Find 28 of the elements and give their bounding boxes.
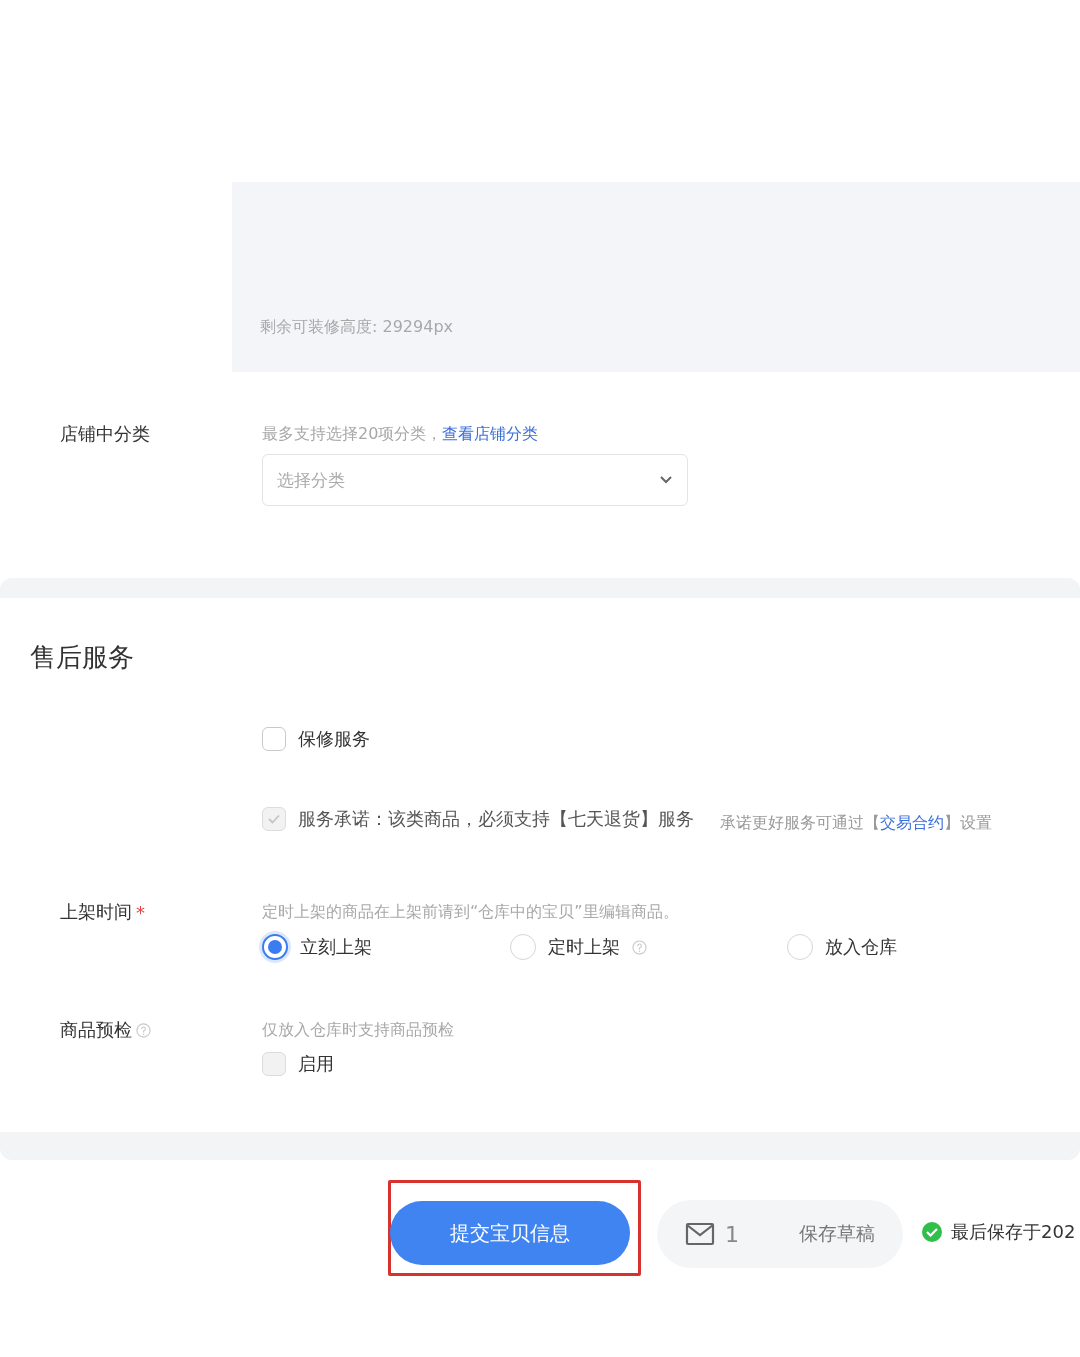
save-status-text: 最后保存于202 (951, 1220, 1076, 1244)
checkbox-label: 启用 (298, 1052, 334, 1076)
radio-label: 放入仓库 (825, 935, 897, 959)
remaining-height-text: 剩余可装修高度: 29294px (260, 317, 453, 338)
save-draft-button[interactable]: 1 保存草稿 (657, 1200, 903, 1268)
hint-text: 定时上架的商品在上架前请到“仓库中的宝贝”里编辑商品。 (262, 900, 680, 923)
submit-button[interactable]: 提交宝贝信息 (390, 1201, 630, 1265)
section-title: 售后服务 (30, 641, 134, 674)
field-label: 商品预检 (60, 1018, 132, 1042)
shop-category-link[interactable]: 查看店铺分类 (442, 423, 539, 445)
checkbox-label: 服务承诺：该类商品，必须支持【七天退货】服务 (298, 806, 694, 831)
chevron-down-icon (659, 475, 673, 485)
mail-icon (685, 1222, 715, 1246)
radio-label: 定时上架 (548, 935, 620, 959)
field-label: 店铺中分类 (59, 422, 151, 446)
required-mark: * (136, 901, 145, 923)
checkbox[interactable] (262, 727, 286, 751)
help-icon[interactable] (632, 939, 647, 955)
category-select[interactable]: 选择分类 (262, 454, 688, 506)
success-icon (921, 1221, 943, 1243)
hint-text: 仅放入仓库时支持商品预检 (262, 1018, 455, 1041)
service-note: 承诺更好服务可通过【交易合约】设置 (720, 813, 992, 834)
checkbox-label: 保修服务 (298, 727, 370, 751)
hint-text: 最多支持选择20项分类， (262, 423, 443, 445)
field-label: 上架时间 (60, 900, 132, 924)
help-icon[interactable] (136, 1022, 151, 1038)
radio-button[interactable] (262, 934, 288, 960)
radio-label: 立刻上架 (300, 935, 372, 959)
